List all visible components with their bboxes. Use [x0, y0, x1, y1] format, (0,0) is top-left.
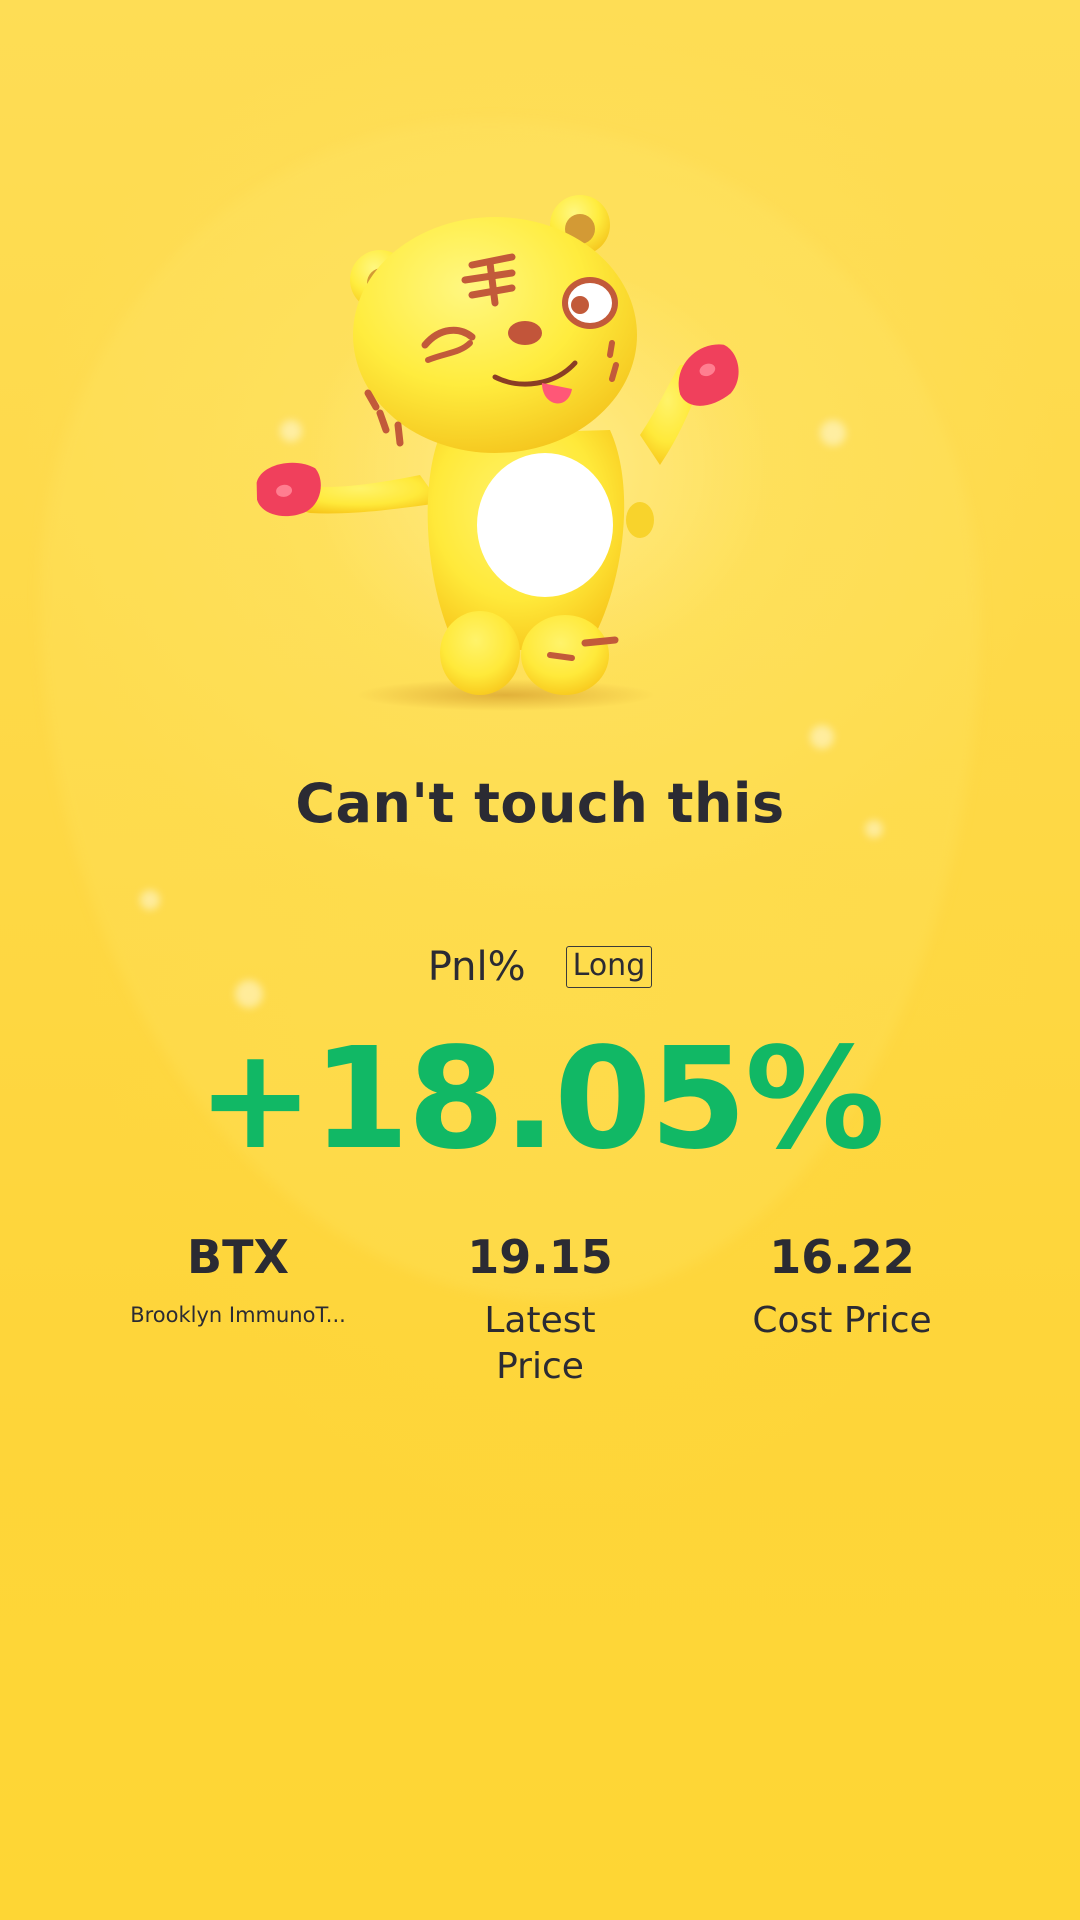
- pnl-header: Pnl% Long: [0, 944, 1080, 990]
- cost-price-value: 16.22: [769, 1230, 915, 1284]
- tiger-mascot-illustration: [256, 195, 739, 711]
- stock-name: Brooklyn ImmunoT...: [130, 1303, 346, 1327]
- pnl-percentage: +18.05%: [196, 1018, 885, 1181]
- latest-price-info: 19.15 Latest Price: [390, 1228, 690, 1390]
- pnl-label: Pnl%: [427, 944, 526, 990]
- position-direction-badge: Long: [565, 946, 653, 988]
- latest-price-label: Latest Price: [484, 1300, 596, 1387]
- cost-price-info: 16.22 Cost Price: [692, 1228, 992, 1344]
- latest-price-value: 19.15: [467, 1230, 613, 1284]
- tiger-mascot: [250, 185, 770, 725]
- stock-info: BTX Brooklyn ImmunoT...: [88, 1228, 388, 1330]
- sparkle: [820, 420, 846, 446]
- cost-price-label: Cost Price: [752, 1300, 932, 1341]
- share-title: Can't touch this: [295, 772, 785, 835]
- sparkle: [140, 890, 160, 910]
- stock-symbol: BTX: [187, 1230, 289, 1284]
- sparkle: [810, 725, 834, 749]
